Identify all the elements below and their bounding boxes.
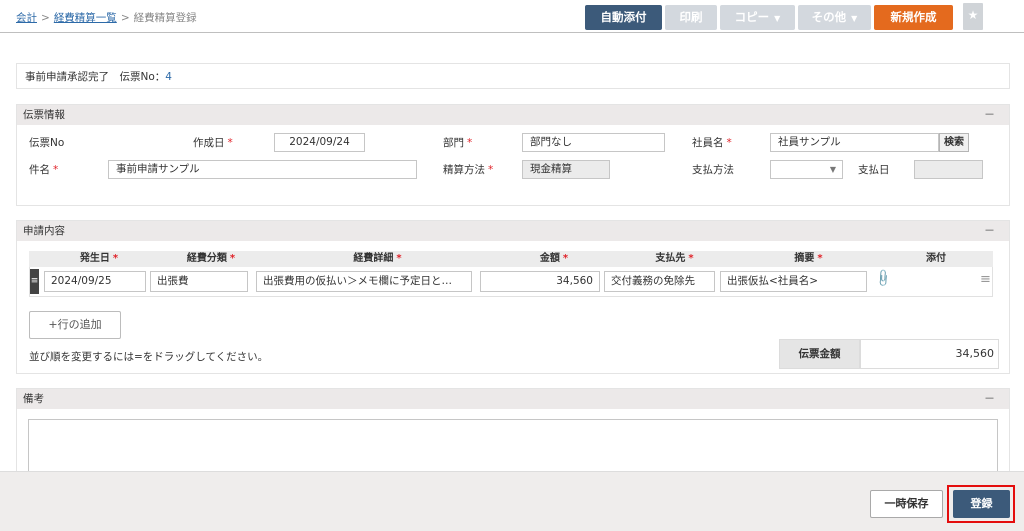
column-header-amount: 金額 * — [539, 253, 569, 264]
panel-header: 申請内容 － — [17, 221, 1009, 241]
drag-hint-text: 並び順を変更するには=をドラッグしてください。 — [29, 351, 269, 363]
breadcrumb-separator: > — [120, 12, 130, 24]
slip-total-label: 伝票金額 — [779, 339, 860, 369]
status-text: 事前申請承認完了 伝票No： — [25, 71, 166, 83]
register-button[interactable]: 登録 — [953, 490, 1010, 518]
row-drag-handle[interactable]: ≡ — [30, 269, 39, 294]
collapse-icon[interactable]: － — [984, 389, 995, 409]
column-header-date: 発生日 * — [79, 253, 119, 264]
collapse-icon[interactable]: － — [984, 221, 995, 241]
payment-method-label: 支払方法 — [692, 164, 734, 176]
department-label: 部門 * — [443, 137, 473, 149]
created-date-label: 作成日 * — [193, 137, 233, 149]
breadcrumb: 会計 > 経費精算一覧 > 経費精算登録 — [16, 10, 197, 25]
panel-title: 備考 — [23, 393, 44, 405]
payment-date-field — [914, 160, 983, 179]
column-header-summary: 摘要 * — [794, 253, 823, 264]
employee-search-button[interactable]: 検索 — [939, 133, 969, 152]
footer-bar: 一時保存 登録 — [0, 471, 1024, 531]
top-toolbar: 会計 > 経費精算一覧 > 経費精算登録 自動添付 印刷 コピー ▼ その他 ▼ 新規作成 … — [0, 0, 1024, 33]
column-header-detail: 経費詳細 * — [353, 253, 402, 264]
payment-date-label: 支払日 — [858, 164, 890, 176]
payment-method-select[interactable]: ▼ — [770, 160, 843, 179]
column-header-attachment: 添付 — [926, 253, 946, 264]
chevron-down-icon: ▼ — [851, 14, 858, 23]
temporary-save-button[interactable]: 一時保存 — [870, 490, 943, 518]
status-box: 事前申請承認完了 伝票No：4 — [16, 63, 1010, 89]
paperclip-icon[interactable]: 📎 — [873, 268, 893, 288]
employee-name-label: 社員名 * — [692, 137, 732, 149]
panel-title: 伝票情報 — [23, 109, 65, 121]
settlement-method-label: 精算方法 * — [443, 164, 494, 176]
breadcrumb-accounting-link[interactable]: 会計 — [16, 12, 37, 24]
slip-number: 4 — [165, 71, 172, 83]
panel-header: 伝票情報 － — [17, 105, 1009, 125]
breadcrumb-separator: > — [41, 12, 50, 24]
auto-attach-button[interactable]: 自動添付 — [585, 5, 662, 30]
new-create-button[interactable]: 新規作成 — [874, 5, 953, 30]
slip-no-label: 伝票No — [29, 137, 65, 149]
table-header: 発生日 * 経費分類 * 経費詳細 * 金額 * 支払先 * 摘要 * 添付 — [29, 251, 993, 267]
chevron-down-icon: ▼ — [774, 14, 781, 23]
slip-total-value: 34,560 — [860, 339, 999, 369]
panel-title: 申請内容 — [23, 225, 65, 237]
breadcrumb-current: 経費精算登録 — [133, 12, 197, 24]
bookmark-star-icon[interactable]: ★ — [963, 3, 983, 30]
amount-cell-input[interactable]: 34,560 — [480, 271, 600, 292]
employee-name-field[interactable]: 社員サンプル — [770, 133, 939, 152]
collapse-icon[interactable]: － — [984, 105, 995, 125]
row-menu-icon[interactable]: ≡ — [980, 272, 991, 287]
department-field[interactable]: 部門なし — [522, 133, 665, 152]
application-detail-panel: 申請内容 － 発生日 * 経費分類 * 経費詳細 * 金額 * 支払先 * 摘要 * 添付 … — [16, 220, 1010, 374]
detail-cell-input[interactable]: 出張費用の仮払い＞メモ欄に予定日と… — [256, 271, 472, 292]
other-button-label: その他 — [811, 10, 847, 24]
settlement-method-field: 現金精算 — [522, 160, 610, 179]
breadcrumb-expense-list-link[interactable]: 経費精算一覧 — [54, 12, 117, 24]
payee-cell-input[interactable]: 交付義務の免除先 — [604, 271, 715, 292]
copy-button-label: コピー — [734, 10, 770, 24]
slip-info-panel: 伝票情報 － 伝票No 作成日 * 2024/09/24 部門 * 部門なし 社員名… — [16, 104, 1010, 206]
table-row: ≡ 2024/09/25 出張費 出張費用の仮払い＞メモ欄に予定日と… 34,5… — [29, 267, 993, 297]
copy-button[interactable]: コピー ▼ — [720, 5, 795, 30]
subject-field[interactable]: 事前申請サンプル — [108, 160, 417, 179]
created-date-field[interactable]: 2024/09/24 — [274, 133, 365, 152]
print-button[interactable]: 印刷 — [665, 5, 717, 30]
chevron-down-icon: ▼ — [829, 165, 836, 174]
date-cell-input[interactable]: 2024/09/25 — [44, 271, 146, 292]
other-button[interactable]: その他 ▼ — [798, 5, 871, 30]
column-header-category: 経費分類 * — [186, 253, 236, 264]
category-cell-input[interactable]: 出張費 — [150, 271, 248, 292]
panel-header: 備考 － — [17, 389, 1009, 409]
subject-label: 件名 * — [29, 164, 59, 176]
summary-cell-input[interactable]: 出張仮払<社員名> — [720, 271, 867, 292]
column-header-payee: 支払先 * — [655, 253, 694, 264]
add-row-button[interactable]: +行の追加 — [29, 311, 121, 339]
